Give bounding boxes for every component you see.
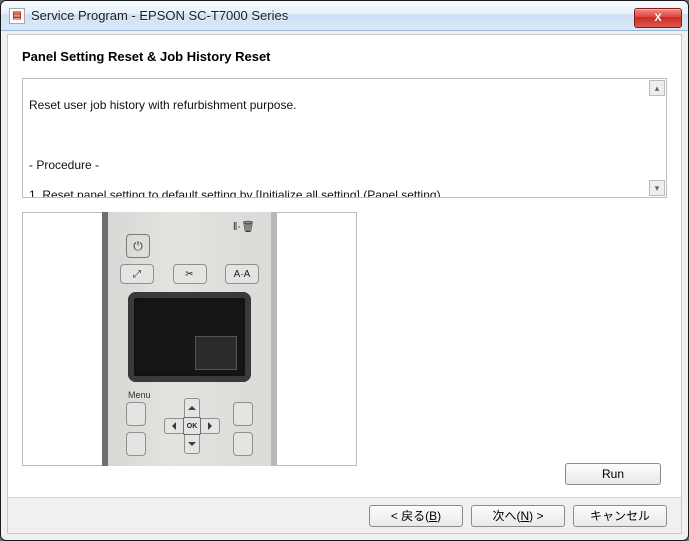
description-box[interactable]: Reset user job history with refurbishmen… xyxy=(22,78,667,198)
panel-btn-left: ⤢ xyxy=(120,264,154,284)
scroll-down-icon[interactable]: ▾ xyxy=(649,180,665,196)
device-image: ‖·🗑 ⏻ ⤢ ✂ A·A Menu xyxy=(22,212,357,466)
panel-side-btn xyxy=(233,432,253,456)
window: ▤ Service Program - EPSON SC-T7000 Serie… xyxy=(0,0,689,541)
pause-trash-icon: ‖·🗑 xyxy=(233,220,255,233)
desc-line: 1. Reset panel setting to default settin… xyxy=(29,188,444,198)
chevron-left-icon xyxy=(168,422,176,430)
panel-menu-label: Menu xyxy=(128,390,151,400)
run-button[interactable]: Run xyxy=(565,463,661,485)
panel-side-btn xyxy=(233,402,253,426)
panel-btn-right: A·A xyxy=(225,264,259,284)
next-button[interactable]: 次へ(N) > xyxy=(471,505,565,527)
dpad-ok: OK xyxy=(183,417,201,435)
chevron-up-icon xyxy=(188,402,196,410)
page-title: Panel Setting Reset & Job History Reset xyxy=(8,35,681,70)
panel-btn-mid: ✂ xyxy=(173,264,207,284)
content: Reset user job history with refurbishmen… xyxy=(8,70,681,474)
cancel-button[interactable]: キャンセル xyxy=(573,505,667,527)
panel-side-btn xyxy=(126,432,146,456)
power-icon: ⏻ xyxy=(126,234,150,258)
desc-line: Reset user job history with refurbishmen… xyxy=(29,98,296,112)
dpad: OK xyxy=(164,398,220,454)
app-icon: ▤ xyxy=(9,8,25,24)
close-button[interactable]: X xyxy=(634,8,682,28)
scroll-up-icon[interactable]: ▴ xyxy=(649,80,665,96)
client-area: Panel Setting Reset & Job History Reset … xyxy=(7,34,682,534)
chevron-down-icon xyxy=(188,442,196,450)
titlebar: ▤ Service Program - EPSON SC-T7000 Serie… xyxy=(1,1,688,31)
footer: < 戻る(B) 次へ(N) > キャンセル xyxy=(8,497,681,533)
back-button[interactable]: < 戻る(B) xyxy=(369,505,463,527)
chevron-right-icon xyxy=(208,422,216,430)
desc-line: - Procedure - xyxy=(29,158,99,172)
panel-side-btn xyxy=(126,402,146,426)
printer-panel-photo: ‖·🗑 ⏻ ⤢ ✂ A·A Menu xyxy=(102,212,277,466)
panel-screen xyxy=(128,292,251,382)
window-title: Service Program - EPSON SC-T7000 Series xyxy=(31,8,634,23)
